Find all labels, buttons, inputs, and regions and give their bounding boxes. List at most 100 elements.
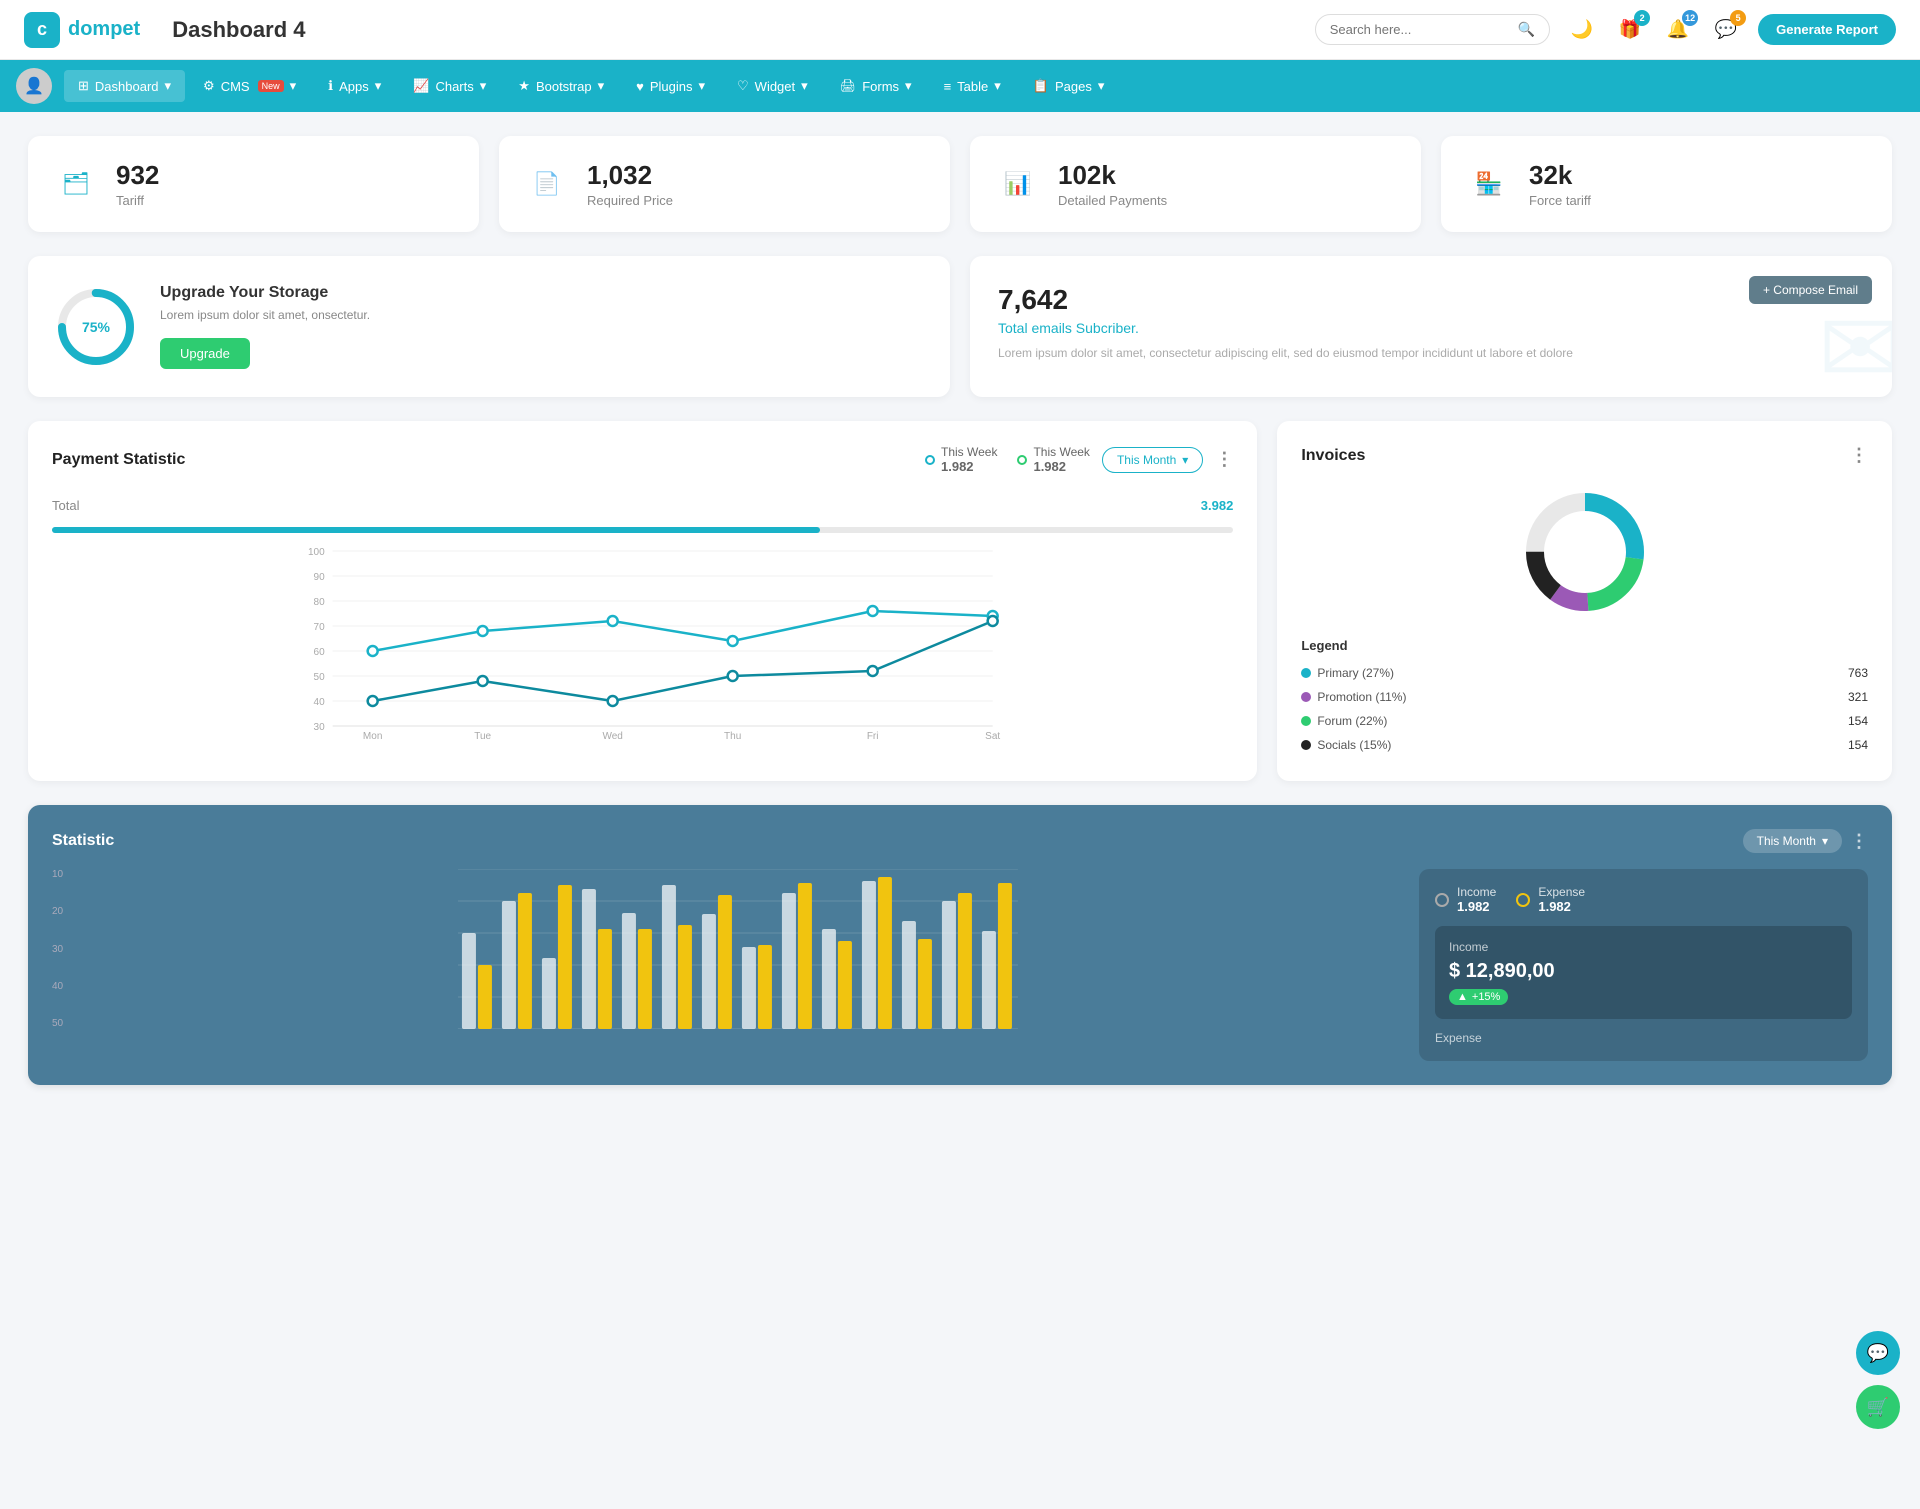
theme-toggle-btn[interactable]: 🌙 (1566, 14, 1598, 46)
detailed-payments-label: Detailed Payments (1058, 193, 1167, 208)
statistic-month-label: This Month (1757, 834, 1816, 848)
statistic-more-btn[interactable]: ⋮ (1850, 831, 1868, 852)
nav-item-plugins[interactable]: ♥ Plugins ▾ (622, 70, 719, 102)
nav-label-bootstrap: Bootstrap (536, 79, 592, 94)
invoices-forum-name: Forum (22%) (1301, 714, 1387, 728)
nav-item-dashboard[interactable]: ⊞ Dashboard ▾ (64, 70, 185, 102)
line-chart-area: 100 90 80 70 60 50 40 30 (52, 541, 1233, 741)
income-item: Income 1.982 (1435, 885, 1496, 914)
nav-label-charts: Charts (435, 79, 473, 94)
force-tariff-label: Force tariff (1529, 193, 1591, 208)
table-icon: ≡ (944, 79, 952, 94)
invoices-card: Invoices ⋮ Lege (1277, 421, 1892, 781)
generate-report-button[interactable]: Generate Report (1758, 14, 1896, 45)
cart-float-btn[interactable]: 🛒 (1856, 1385, 1900, 1429)
nav-label-apps: Apps (339, 79, 369, 94)
svg-text:60: 60 (314, 647, 326, 658)
bar-chart-container: 50 40 30 20 10 (52, 869, 1399, 1061)
stat-card-detailed-payments-info: 102k Detailed Payments (1058, 160, 1167, 208)
nav-item-apps[interactable]: ℹ Apps ▾ (314, 70, 395, 102)
nav-avatar: 👤 (16, 68, 52, 104)
svg-text:Fri: Fri (867, 731, 879, 741)
statistic-header: Statistic This Month ▾ ⋮ (52, 829, 1868, 853)
nav-label-pages: Pages (1055, 79, 1092, 94)
tariff-label: Tariff (116, 193, 159, 208)
total-label: Total (52, 498, 79, 513)
legend-item-week1: This Week 1.982 (925, 445, 997, 474)
invoices-legend-row-promotion: Promotion (11%) 321 (1301, 685, 1868, 709)
search-input[interactable] (1330, 22, 1510, 37)
messages-btn[interactable]: 💬 5 (1710, 14, 1742, 46)
income-box-label: Income (1449, 940, 1838, 954)
legend-week1: This Week 1.982 (941, 445, 997, 474)
invoices-header: Invoices ⋮ (1301, 445, 1868, 466)
total-value: 3.982 (1201, 498, 1234, 513)
force-tariff-icon: 🏪 (1465, 160, 1513, 208)
nav-item-bootstrap[interactable]: ★ Bootstrap ▾ (504, 70, 618, 102)
logo-text: dompet (68, 18, 140, 41)
income-amount: $ 12,890,00 (1449, 960, 1838, 983)
payment-statistic-card: Payment Statistic This Week 1.982 (28, 421, 1257, 781)
invoices-legend: Legend Primary (27%) 763 Promotion (11%)… (1301, 638, 1868, 757)
logo-icon: c (24, 12, 60, 48)
invoices-promotion-name: Promotion (11%) (1301, 690, 1406, 704)
statistic-this-month-btn[interactable]: This Month ▾ (1743, 829, 1842, 853)
nav-item-forms[interactable]: 🖨 Forms ▾ (826, 70, 926, 102)
invoices-forum-count: 154 (1848, 714, 1868, 728)
chevron-down-icon-apps: ▾ (375, 78, 382, 94)
nav-item-cms[interactable]: ⚙ CMS New ▾ (189, 70, 310, 102)
apps-icon: ℹ (328, 78, 333, 94)
bar-chart-area (77, 869, 1399, 1061)
payment-more-btn[interactable]: ⋮ (1215, 449, 1233, 470)
income-info: Income 1.982 (1457, 885, 1496, 914)
legend-week2: This Week 1.982 (1033, 445, 1089, 474)
svg-text:Wed: Wed (602, 731, 622, 741)
invoices-more-btn[interactable]: ⋮ (1850, 445, 1868, 466)
invoices-legend-row-primary: Primary (27%) 763 (1301, 661, 1868, 685)
nav-label-table: Table (957, 79, 988, 94)
storage-description: Lorem ipsum dolor sit amet, onsectetur. (160, 308, 370, 322)
payment-chart-legend: This Week 1.982 This Week 1.982 (925, 445, 1090, 474)
legend-dot-week2 (1017, 455, 1027, 465)
nav-item-pages[interactable]: 📋 Pages ▾ (1019, 70, 1119, 102)
search-box[interactable]: 🔍 (1315, 14, 1550, 45)
gifts-btn[interactable]: 🎁 2 (1614, 14, 1646, 46)
nav-label-plugins: Plugins (650, 79, 693, 94)
nav-item-widget[interactable]: ♡ Widget ▾ (723, 70, 822, 102)
promotion-color-dot (1301, 692, 1311, 702)
invoices-legend-title: Legend (1301, 638, 1868, 653)
income-arrow-icon: ▲ (1457, 991, 1468, 1003)
invoices-promotion-count: 321 (1848, 690, 1868, 704)
expense-bottom-label: Expense (1435, 1031, 1482, 1045)
email-bg-icon: ✉ (1818, 290, 1892, 397)
legend-week2-value: 1.982 (1033, 459, 1089, 474)
nav-label-dashboard: Dashboard (95, 79, 159, 94)
svg-text:90: 90 (314, 572, 326, 583)
tariff-icon: 🗂 (52, 160, 100, 208)
legend-week2-label: This Week (1033, 445, 1089, 459)
statistic-controls: This Month ▾ ⋮ (1743, 829, 1868, 853)
chevron-down-icon-cms: ▾ (290, 78, 297, 94)
svg-text:100: 100 (308, 547, 325, 558)
nav-item-table[interactable]: ≡ Table ▾ (930, 70, 1015, 102)
bar-chart-y-axis: 50 40 30 20 10 (52, 869, 69, 1029)
support-float-btn[interactable]: 💬 (1856, 1331, 1900, 1375)
nav-label-widget: Widget (755, 79, 795, 94)
invoices-socials-count: 154 (1848, 738, 1868, 752)
bootstrap-icon: ★ (518, 78, 530, 94)
chevron-down-icon-forms: ▾ (905, 78, 912, 94)
donut-chart-svg (1515, 482, 1655, 622)
chevron-down-icon-charts: ▾ (480, 78, 487, 94)
notifications-btn[interactable]: 🔔 12 (1662, 14, 1694, 46)
bottom-chart-grid: 50 40 30 20 10 (52, 869, 1868, 1061)
email-card: + Compose Email 7,642 Total emails Subcr… (970, 256, 1892, 397)
income-dot (1435, 893, 1449, 907)
stat-card-force-tariff-info: 32k Force tariff (1529, 160, 1591, 208)
email-description: Lorem ipsum dolor sit amet, consectetur … (998, 344, 1864, 362)
upgrade-button[interactable]: Upgrade (160, 338, 250, 369)
nav-item-charts[interactable]: 📈 Charts ▾ (399, 70, 500, 102)
gifts-badge: 2 (1634, 10, 1650, 26)
main-content: 🗂 932 Tariff 📄 1,032 Required Price 📊 10… (0, 112, 1920, 1109)
notifications-badge: 12 (1682, 10, 1698, 26)
this-month-filter-btn[interactable]: This Month ▾ (1102, 447, 1203, 473)
